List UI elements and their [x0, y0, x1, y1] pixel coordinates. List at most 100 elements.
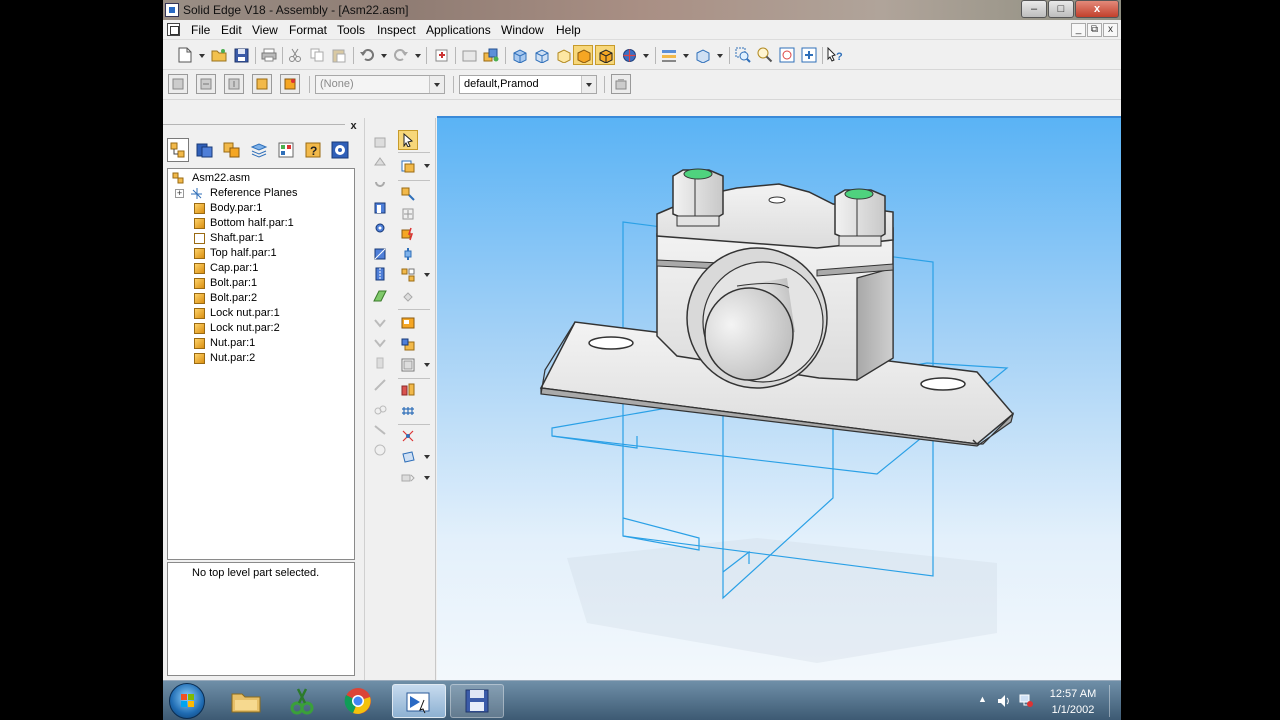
expand-plus-icon[interactable]: +	[175, 189, 184, 198]
redo-icon[interactable]	[391, 45, 411, 65]
create-part-in-place-icon[interactable]	[398, 313, 418, 333]
clock-time[interactable]: 12:57 AM	[1047, 688, 1099, 700]
layers-icon[interactable]	[659, 45, 679, 65]
select-arrow-icon[interactable]	[398, 130, 418, 150]
disabled-tool-1-icon[interactable]	[370, 132, 390, 152]
tab-layers[interactable]	[248, 138, 270, 162]
axial-align-icon[interactable]	[398, 244, 418, 264]
whats-this-help-icon[interactable]: ?	[825, 45, 845, 65]
assembly-tool-1-icon[interactable]	[168, 74, 188, 94]
pane-grip[interactable]	[163, 124, 345, 125]
pan-icon[interactable]	[799, 45, 819, 65]
pattern-tool-icon[interactable]	[370, 244, 390, 264]
sketch-dropdown-arrow[interactable]	[424, 455, 430, 459]
menu-tools[interactable]: Tools	[337, 23, 365, 37]
file-explorer-taskbar-icon[interactable]	[219, 684, 273, 718]
shaded-icon[interactable]	[573, 45, 593, 65]
view-orientation-icon[interactable]	[531, 45, 551, 65]
maximize-button[interactable]: □	[1048, 0, 1074, 18]
zoom-area-icon[interactable]	[733, 45, 753, 65]
assemble-tool-icon[interactable]	[370, 198, 390, 218]
mdi-minimize-button[interactable]: _	[1071, 23, 1086, 37]
undo-dropdown-arrow[interactable]	[381, 54, 387, 58]
wire-harness-icon[interactable]	[398, 426, 418, 446]
3d-graphics-window[interactable]	[437, 116, 1121, 680]
disabled-tool-8-icon[interactable]	[370, 400, 390, 420]
disabled-tool-4-icon[interactable]	[370, 313, 390, 333]
disabled-tool-5-icon[interactable]	[370, 333, 390, 353]
menu-format[interactable]: Format	[289, 23, 327, 37]
open-folder-icon[interactable]	[209, 45, 229, 65]
shaded-edges-icon[interactable]	[595, 45, 615, 65]
place-part-icon[interactable]	[398, 156, 418, 176]
menu-edit[interactable]: Edit	[221, 23, 242, 37]
assembly-tool-5-icon[interactable]	[280, 74, 300, 94]
menu-applications[interactable]: Applications	[426, 23, 491, 37]
disabled-assembly-tool-icon[interactable]	[398, 287, 418, 307]
cut-icon[interactable]	[285, 45, 305, 65]
new-file-icon[interactable]	[175, 45, 195, 65]
tab-parts-library[interactable]	[194, 138, 216, 162]
minimize-button[interactable]: –	[1021, 0, 1047, 18]
menu-view[interactable]: View	[252, 23, 278, 37]
undo-icon[interactable]	[357, 45, 377, 65]
disabled-tool-9-icon[interactable]	[370, 420, 390, 440]
sphere-render-icon[interactable]	[619, 45, 639, 65]
menu-file[interactable]: File	[191, 23, 210, 37]
assembly-feature-icon[interactable]	[398, 355, 418, 375]
solid-edge-taskbar-icon[interactable]	[392, 684, 446, 718]
tab-pathfinder[interactable]	[167, 138, 189, 162]
chrome-taskbar-icon[interactable]	[331, 684, 385, 718]
disabled-feature-icon[interactable]	[398, 468, 418, 488]
tab-alternate-assemblies[interactable]	[275, 138, 297, 162]
solid-edge-app-icon[interactable]	[165, 3, 179, 17]
fit-icon[interactable]	[777, 45, 797, 65]
assembly-feature-dropdown-arrow[interactable]	[424, 363, 430, 367]
named-views-icon[interactable]	[693, 45, 713, 65]
clock-date[interactable]: 1/1/2002	[1047, 704, 1099, 716]
select-components-icon[interactable]	[481, 45, 501, 65]
disabled-tool-10-icon[interactable]	[370, 440, 390, 460]
new-dropdown-arrow[interactable]	[199, 54, 205, 58]
insert-part-icon[interactable]	[431, 45, 451, 65]
network-icon[interactable]	[1019, 693, 1033, 708]
start-button[interactable]	[169, 683, 205, 719]
zoom-icon[interactable]	[755, 45, 775, 65]
pattern-part-icon[interactable]	[398, 265, 418, 285]
pane-close-button[interactable]: x	[348, 121, 359, 132]
views-dropdown-arrow[interactable]	[717, 54, 723, 58]
mdi-restore-button[interactable]: ⧉	[1087, 23, 1102, 37]
assembly-tool-4-icon[interactable]	[252, 74, 272, 94]
disabled-tool-2-icon[interactable]	[370, 152, 390, 172]
place-part-dropdown-arrow[interactable]	[424, 164, 430, 168]
menu-window[interactable]: Window	[501, 23, 544, 37]
peer-part-icon[interactable]	[398, 334, 418, 354]
floppy-taskbar-icon[interactable]	[450, 684, 504, 718]
tray-expand-arrow-icon[interactable]: ▲	[978, 694, 987, 704]
assembly-tool-2-icon[interactable]	[196, 74, 216, 94]
redo-dropdown-arrow[interactable]	[415, 54, 421, 58]
relationship-tool-icon[interactable]	[398, 184, 418, 204]
assembly-tool-3-icon[interactable]	[224, 74, 244, 94]
paste-icon[interactable]	[329, 45, 349, 65]
pattern-dropdown-arrow[interactable]	[424, 273, 430, 277]
show-desktop-button[interactable]	[1109, 685, 1119, 717]
tab-feature-library[interactable]	[221, 138, 243, 162]
feature-dropdown-arrow[interactable]	[424, 476, 430, 480]
document-icon[interactable]	[167, 23, 180, 36]
mdi-close-button[interactable]: x	[1103, 23, 1118, 37]
tab-sensors[interactable]	[329, 138, 351, 162]
flash-fit-icon[interactable]	[398, 224, 418, 244]
disabled-tool-7-icon[interactable]	[370, 375, 390, 395]
configuration-combo[interactable]: default,Pramod	[459, 75, 597, 94]
print-icon[interactable]	[259, 45, 279, 65]
mirror-tool-icon[interactable]	[370, 264, 390, 284]
scissors-taskbar-icon[interactable]	[275, 684, 329, 718]
properties-icon[interactable]	[459, 45, 479, 65]
disabled-tool-3-icon[interactable]	[370, 172, 390, 192]
disabled-tool-6-icon[interactable]	[370, 353, 390, 373]
copy-icon[interactable]	[307, 45, 327, 65]
layer-combo[interactable]: (None)	[315, 75, 445, 94]
tab-help[interactable]: ?	[302, 138, 324, 162]
layers-dropdown-arrow[interactable]	[683, 54, 689, 58]
